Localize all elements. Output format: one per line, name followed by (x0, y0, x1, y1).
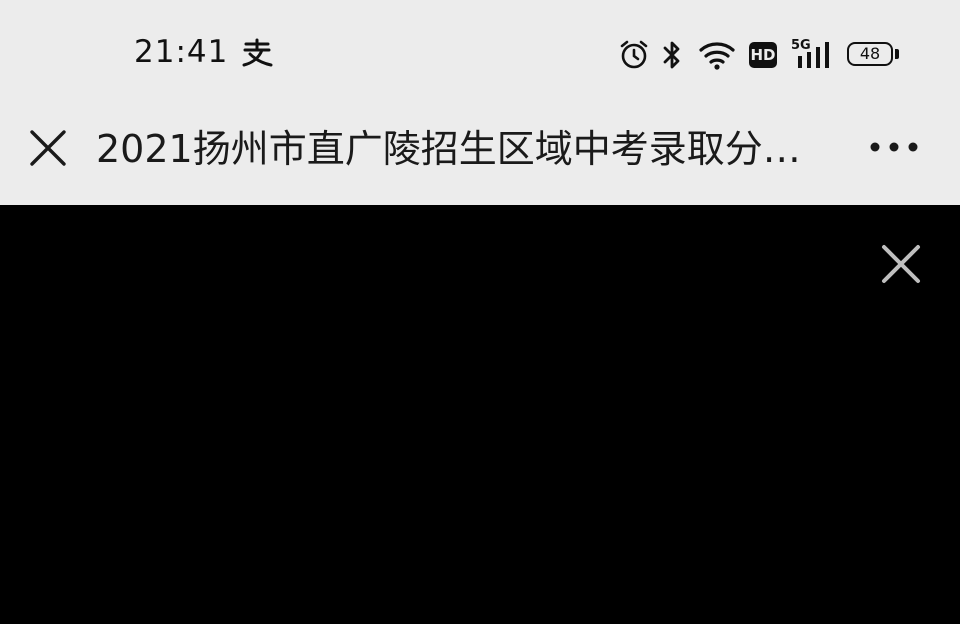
close-icon[interactable] (28, 128, 68, 168)
hd-icon: HD (749, 42, 777, 68)
title-bar: 2021扬州市直广陵招生区域中考录取分… (0, 100, 960, 205)
signal-5g-icon (798, 42, 829, 68)
wifi-icon (699, 42, 735, 70)
alarm-icon (620, 40, 648, 69)
status-bar: 21:41 HD 5G 48 (0, 0, 960, 100)
battery-icon: 48 (847, 42, 893, 66)
media-viewer[interactable] (0, 205, 960, 624)
battery-tip (895, 49, 899, 59)
bluetooth-icon (663, 41, 680, 69)
status-time: 21:41 (134, 34, 229, 70)
page-title: 2021扬州市直广陵招生区域中考录取分… (96, 127, 801, 171)
alipay-icon (242, 38, 273, 67)
overlay-close-icon[interactable] (878, 241, 924, 287)
more-icon[interactable] (868, 134, 920, 160)
